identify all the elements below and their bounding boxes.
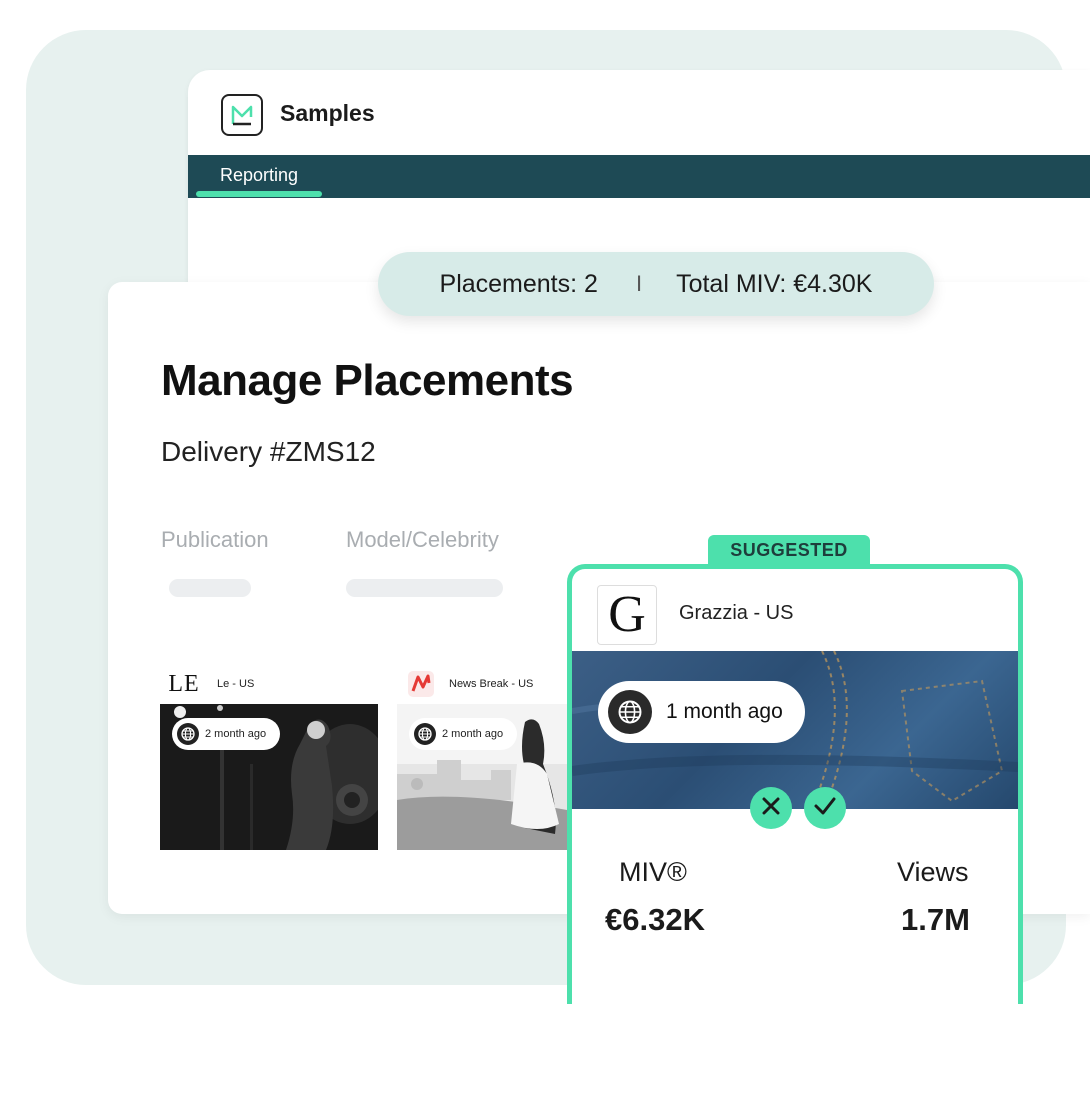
column-header-model: Model/Celebrity: [346, 527, 499, 552]
miv-value: €6.32K: [605, 902, 705, 937]
globe-icon: [414, 723, 436, 745]
globe-icon: [177, 723, 199, 745]
close-icon: [760, 795, 782, 822]
suggested-placement-card[interactable]: G Grazzia - US 1 month ago MIV® €6.32K V…: [567, 564, 1023, 1004]
total-miv: Total MIV: €4.30K: [676, 269, 873, 298]
summary-pill: Placements: 2 I Total MIV: €4.30K: [378, 252, 934, 316]
publication-name: Grazzia - US: [679, 602, 794, 624]
app-title: Samples: [280, 100, 375, 126]
placement-card[interactable]: LE Le - US 2 month ago: [160, 668, 380, 850]
time-badge: 2 month ago: [172, 718, 281, 750]
active-tab-indicator: [196, 191, 322, 197]
publication-logo: LE: [168, 670, 200, 697]
summary-separator: I: [635, 271, 643, 296]
reject-button[interactable]: [750, 787, 792, 829]
placements-count: Placements: 2: [439, 269, 598, 298]
tab-reporting[interactable]: Reporting: [220, 165, 298, 186]
navbar: Reporting: [188, 155, 1090, 198]
publication-name: Le - US: [217, 678, 255, 690]
accept-button[interactable]: [804, 787, 846, 829]
time-badge: 1 month ago: [598, 681, 805, 743]
app-header: Samples: [188, 70, 1090, 156]
publication-logo: G: [597, 585, 657, 645]
page-subtitle: Delivery #ZMS12: [161, 436, 376, 467]
skeleton-publication: [169, 579, 251, 597]
news-break-icon: [407, 670, 435, 698]
miv-label: MIV®: [619, 857, 687, 887]
globe-icon: [608, 690, 652, 734]
views-label: Views: [897, 857, 969, 887]
page-title: Manage Placements: [161, 356, 574, 405]
suggested-tag: SUGGESTED: [708, 535, 870, 565]
column-header-publication: Publication: [161, 527, 269, 552]
views-value: 1.7M: [901, 902, 970, 937]
placement-image: 2 month ago: [160, 704, 378, 850]
time-badge: 2 month ago: [409, 718, 518, 750]
placement-image: 2 month ago: [397, 704, 567, 850]
placement-card-header: LE Le - US: [160, 668, 380, 702]
logo-icon[interactable]: [221, 94, 263, 136]
skeleton-model: [346, 579, 503, 597]
publication-name: News Break - US: [449, 678, 534, 690]
check-icon: [813, 795, 837, 822]
